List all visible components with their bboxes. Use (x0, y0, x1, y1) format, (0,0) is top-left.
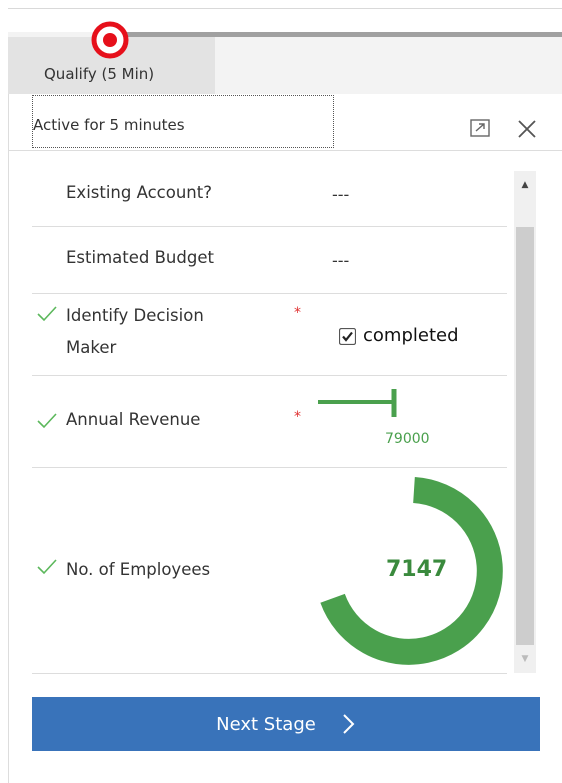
field-label-line2: Maker (66, 338, 117, 357)
field-row-identify-decision-maker: Identify Decision Maker * completed (32, 293, 507, 376)
top-border (8, 8, 562, 9)
stage-label: Qualify (5 Min) (44, 65, 155, 83)
scroll-down-icon[interactable]: ▼ (514, 645, 536, 673)
employees-value: 7147 (386, 557, 448, 582)
check-icon (37, 559, 57, 575)
field-label: Existing Account? (66, 183, 212, 202)
field-label-line1: Identify Decision (66, 306, 204, 325)
field-value[interactable]: --- (332, 251, 349, 270)
header-divider (8, 150, 562, 151)
chevron-right-icon (343, 714, 355, 734)
revenue-slider[interactable] (318, 387, 402, 419)
panel-left-border (8, 94, 9, 783)
check-icon (37, 413, 57, 429)
close-icon[interactable] (516, 118, 538, 140)
field-row-estimated-budget: Estimated Budget --- (32, 226, 507, 294)
field-label: No. of Employees (66, 560, 211, 579)
active-duration-label: Active for 5 minutes (32, 95, 334, 148)
check-icon (37, 306, 57, 322)
scrollbar[interactable]: ▲ ▼ (514, 171, 536, 673)
target-icon (91, 21, 129, 59)
pop-out-icon[interactable] (470, 119, 490, 137)
required-indicator: * (294, 305, 301, 321)
completed-checkbox[interactable] (339, 328, 356, 345)
checkbox-label: completed (363, 325, 459, 346)
scroll-thumb[interactable] (516, 227, 534, 645)
field-label: Annual Revenue (66, 410, 201, 429)
next-stage-button[interactable]: Next Stage (32, 697, 540, 751)
field-row-annual-revenue: Annual Revenue * 79000 (32, 375, 507, 468)
field-row-employees: No. of Employees 7147 (32, 467, 507, 674)
scroll-up-icon[interactable]: ▲ (514, 171, 536, 199)
revenue-value: 79000 (385, 431, 430, 447)
field-value[interactable]: --- (332, 185, 349, 204)
next-stage-label: Next Stage (216, 713, 316, 735)
field-row-existing-account: Existing Account? --- (32, 160, 507, 227)
required-indicator: * (294, 409, 301, 425)
field-label: Estimated Budget (66, 248, 214, 267)
